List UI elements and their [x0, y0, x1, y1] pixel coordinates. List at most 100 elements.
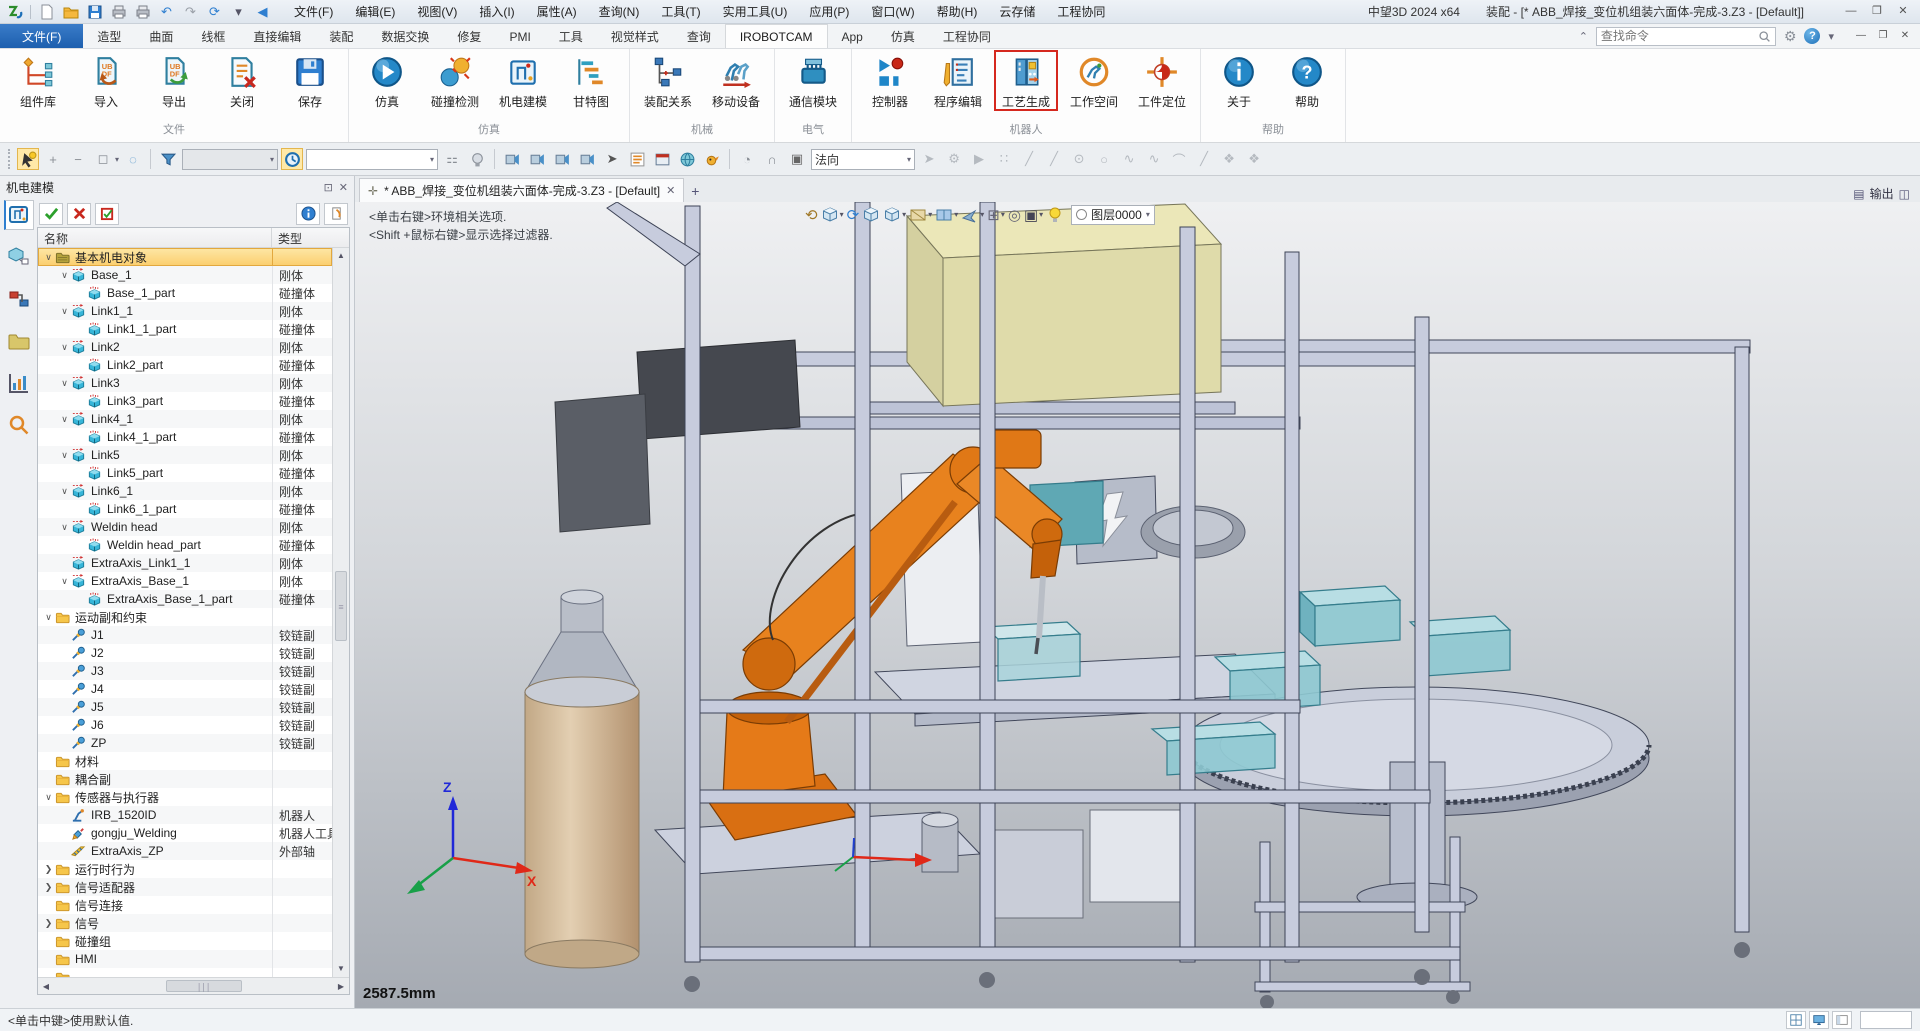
ribbon-button-移动设备[interactable]: 移动设备 — [702, 52, 770, 111]
tree-row[interactable]: Link2_part碰撞体 — [38, 356, 332, 374]
ribbon-button-程序编辑[interactable]: 程序编辑 — [924, 52, 992, 111]
help-dropdown-icon[interactable]: ▾ — [1828, 30, 1834, 43]
pick-dis-icon[interactable]: ➤ — [918, 148, 940, 170]
menu-工程协同[interactable]: 工程协同 — [1048, 1, 1114, 22]
tree-row[interactable]: ❯信号适配器 — [38, 878, 332, 896]
play-dis-icon[interactable]: ▶ — [968, 148, 990, 170]
tab-曲面[interactable]: 曲面 — [135, 24, 187, 48]
panel-pin-button[interactable]: ⊡ — [324, 181, 333, 194]
tree-row[interactable]: Link5_part碰撞体 — [38, 464, 332, 482]
section-tan-icon[interactable]: ▾ — [909, 204, 932, 225]
dock-chart-icon[interactable] — [4, 368, 34, 398]
view-refresh-icon[interactable]: ⟳ — [847, 204, 860, 225]
scroll-up-icon[interactable]: ▲ — [333, 248, 349, 264]
gear-icon[interactable]: ⚙ — [1784, 28, 1797, 45]
expand-open-icon[interactable]: ∨ — [58, 342, 71, 353]
command-search[interactable] — [1596, 27, 1776, 46]
tab-工程协同[interactable]: 工程协同 — [929, 24, 1005, 48]
tree-row[interactable]: ∨Weldin head刚体 — [38, 518, 332, 536]
curve-dis-icon[interactable]: ∿ — [1143, 148, 1165, 170]
list-icon[interactable] — [626, 148, 648, 170]
axis-dis-icon[interactable]: ╱ — [1193, 148, 1215, 170]
entity-combo[interactable]: ▾ — [306, 149, 438, 170]
viewport-canvas[interactable]: Z X <单击右键>环境相关选项. <Shift +鼠标右键>显示选择过滤器. … — [355, 202, 1920, 1008]
layer-combo[interactable]: 图层0000▾ — [1071, 205, 1155, 225]
tab-直接编辑[interactable]: 直接编辑 — [239, 24, 315, 48]
apply-check-button[interactable] — [95, 203, 119, 225]
block2-dis-icon[interactable]: ❖ — [1243, 148, 1265, 170]
align-4-icon[interactable] — [576, 148, 598, 170]
tree-row[interactable]: 耦合副 — [38, 770, 332, 788]
filter-icon[interactable] — [157, 148, 179, 170]
fly-view-icon[interactable]: ▾ — [961, 204, 984, 225]
monitor-icon[interactable] — [1809, 1011, 1829, 1029]
tree-row[interactable]: 碰撞组 — [38, 932, 332, 950]
window-minimize-button[interactable]: — — [1840, 4, 1862, 20]
view-cube-icon[interactable]: ▾ — [821, 204, 844, 225]
menu-编辑(E)[interactable]: 编辑(E) — [346, 1, 404, 22]
panel-close-button[interactable]: ✕ — [339, 181, 348, 194]
ribbon-button-保存[interactable]: 保存 — [276, 52, 344, 111]
menu-云存储[interactable]: 云存储 — [990, 1, 1044, 22]
menu-查询(N)[interactable]: 查询(N) — [590, 1, 649, 22]
redo-icon[interactable]: ↷ — [182, 3, 199, 20]
dock-connection-icon[interactable] — [4, 284, 34, 314]
tree-row[interactable]: J2铰链副 — [38, 644, 332, 662]
arc2-dis-icon[interactable]: ⌒ — [1168, 148, 1190, 170]
box-select-icon[interactable]: ◻ — [92, 148, 114, 170]
tree-row[interactable]: ∨传感器与执行器 — [38, 788, 332, 806]
arc-icon[interactable]: ∩ — [761, 148, 783, 170]
tree-row[interactable]: J3铰链副 — [38, 662, 332, 680]
layer-bulb-icon[interactable] — [1046, 204, 1064, 225]
view-undo-icon[interactable]: ⟲ — [805, 204, 818, 225]
tree-row[interactable]: ∨Link2刚体 — [38, 338, 332, 356]
expand-open-icon[interactable]: ∨ — [58, 576, 71, 587]
tree-row[interactable]: ∨Link3刚体 — [38, 374, 332, 392]
align-2-icon[interactable] — [526, 148, 548, 170]
tree-row[interactable]: Link6_1_part碰撞体 — [38, 500, 332, 518]
globe-icon[interactable] — [676, 148, 698, 170]
ribbon-button-帮助[interactable]: ?帮助 — [1273, 52, 1341, 111]
dark-box-icon[interactable]: ▣▾ — [1024, 204, 1043, 225]
ribbon-button-仿真[interactable]: 仿真 — [353, 52, 421, 111]
tab-工具[interactable]: 工具 — [545, 24, 597, 48]
tree-row[interactable]: HMI — [38, 950, 332, 968]
tab-修复[interactable]: 修复 — [443, 24, 495, 48]
scroll-right-icon[interactable]: ▶ — [333, 982, 349, 991]
expand-open-icon[interactable]: ∨ — [58, 270, 71, 281]
tree-row[interactable]: ∨基本机电对象 — [38, 248, 332, 266]
tree-row[interactable]: ∨Base_1刚体 — [38, 266, 332, 284]
menu-文件(F)[interactable]: 文件(F) — [285, 1, 342, 22]
block-dis-icon[interactable]: ❖ — [1218, 148, 1240, 170]
ribbon-button-关闭[interactable]: 关闭 — [208, 52, 276, 111]
gear-dis-icon[interactable]: ⚙ — [943, 148, 965, 170]
save-file-icon[interactable] — [86, 3, 103, 20]
ribbon-button-机电建模[interactable]: 机电建模 — [489, 52, 557, 111]
ribbon-button-工件定位[interactable]: 工件定位 — [1128, 52, 1196, 111]
tree-row[interactable]: J4铰链副 — [38, 680, 332, 698]
tree-row[interactable]: J5铰链副 — [38, 698, 332, 716]
command-search-input[interactable] — [1601, 29, 1758, 43]
window-restore-button[interactable]: ❐ — [1866, 4, 1888, 20]
markup-icon[interactable] — [701, 148, 723, 170]
expand-open-icon[interactable]: ∨ — [58, 486, 71, 497]
column-header-type[interactable]: 类型 — [272, 228, 349, 247]
tree-row[interactable]: Link1_1_part碰撞体 — [38, 320, 332, 338]
menu-实用工具(U)[interactable]: 实用工具(U) — [714, 1, 797, 22]
expand-open-icon[interactable]: ∨ — [58, 306, 71, 317]
tree-row[interactable]: Link4_1_part碰撞体 — [38, 428, 332, 446]
ribbon-button-碰撞检测[interactable]: 碰撞检测 — [421, 52, 489, 111]
ribbon-button-工艺生成[interactable]: 工艺生成 — [992, 52, 1060, 111]
points-dis-icon[interactable]: ∷ — [993, 148, 1015, 170]
scroll-down-icon[interactable]: ▼ — [333, 961, 349, 977]
tree-row[interactable]: 材料 — [38, 752, 332, 770]
line-dis-icon[interactable]: ╱ — [1018, 148, 1040, 170]
expand-open-icon[interactable]: ∨ — [58, 414, 71, 425]
tree-row[interactable]: ❯信号 — [38, 914, 332, 932]
tree-row[interactable] — [38, 968, 332, 977]
scroll-left-icon[interactable]: ◀ — [38, 982, 54, 991]
expand-open-icon[interactable]: ∨ — [58, 378, 71, 389]
tree-row[interactable]: J1铰链副 — [38, 626, 332, 644]
doc-close-button[interactable]: ✕ — [1896, 29, 1914, 43]
tab-装配[interactable]: 装配 — [315, 24, 367, 48]
